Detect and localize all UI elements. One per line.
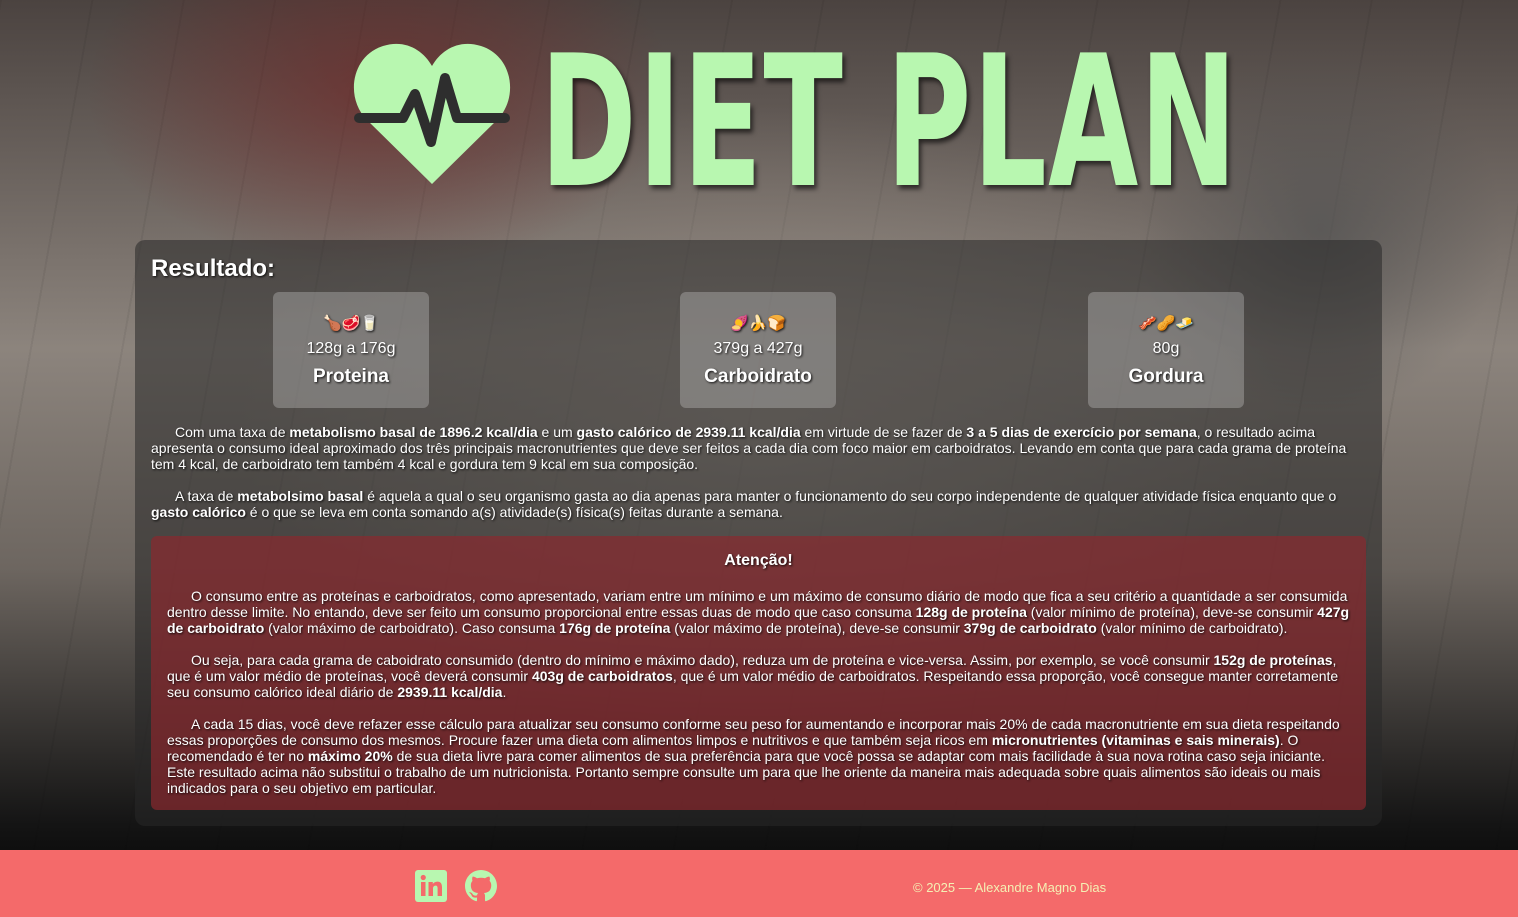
result-title: Resultado: <box>151 255 276 282</box>
macro-card-carbohydrate: 🍠🍌🍞 379g a 427g Carboidrato <box>680 292 836 408</box>
warning-box: Atenção! O consumo entre as proteínas e … <box>151 536 1366 810</box>
linkedin-icon <box>415 870 447 902</box>
linkedin-link[interactable] <box>415 870 447 902</box>
github-link[interactable] <box>465 870 497 902</box>
macro-name: Carboidrato <box>704 366 812 387</box>
protein-food-icon: 🍗🥩🥛 <box>322 315 380 332</box>
fat-food-icon: 🥓🥜🧈 <box>1137 315 1195 332</box>
heart-pulse-icon <box>353 43 511 184</box>
macro-range: 80g <box>1152 340 1180 357</box>
macro-card-fat: 🥓🥜🧈 80g Gordura <box>1088 292 1244 408</box>
header: DIET PLAN <box>0 0 1518 240</box>
macro-card-protein: 🍗🥩🥛 128g a 176g Proteina <box>273 292 429 408</box>
github-icon <box>465 870 497 902</box>
copyright-text: © 2025 — Alexandre Magno Dias <box>913 880 1107 895</box>
result-panel: Resultado: 🍗🥩🥛 128g a 176g Proteina 🍠🍌🍞 … <box>135 240 1382 826</box>
warning-paragraph: A cada 15 dias, você deve refazer esse c… <box>167 716 1340 796</box>
carbohydrate-food-icon: 🍠🍌🍞 <box>729 315 787 332</box>
macro-name: Proteina <box>312 366 390 387</box>
warning-title: Atenção! <box>724 552 793 569</box>
macro-name: Gordura <box>1128 366 1204 387</box>
metabolism-explanation: A taxa de metabolsimo basal é aquela a q… <box>151 488 1337 520</box>
result-explanation: Com uma taxa de metabolismo basal de 189… <box>151 424 1347 472</box>
app-title: DIET PLAN <box>540 16 1239 228</box>
footer: © 2025 — Alexandre Magno Dias <box>0 850 1518 917</box>
macro-range: 128g a 176g <box>306 340 396 357</box>
macro-range: 379g a 427g <box>713 340 803 357</box>
warning-paragraph: O consumo entre as proteínas e carboidra… <box>167 588 1350 636</box>
warning-paragraph: Ou seja, para cada grama de caboidrato c… <box>167 652 1339 700</box>
